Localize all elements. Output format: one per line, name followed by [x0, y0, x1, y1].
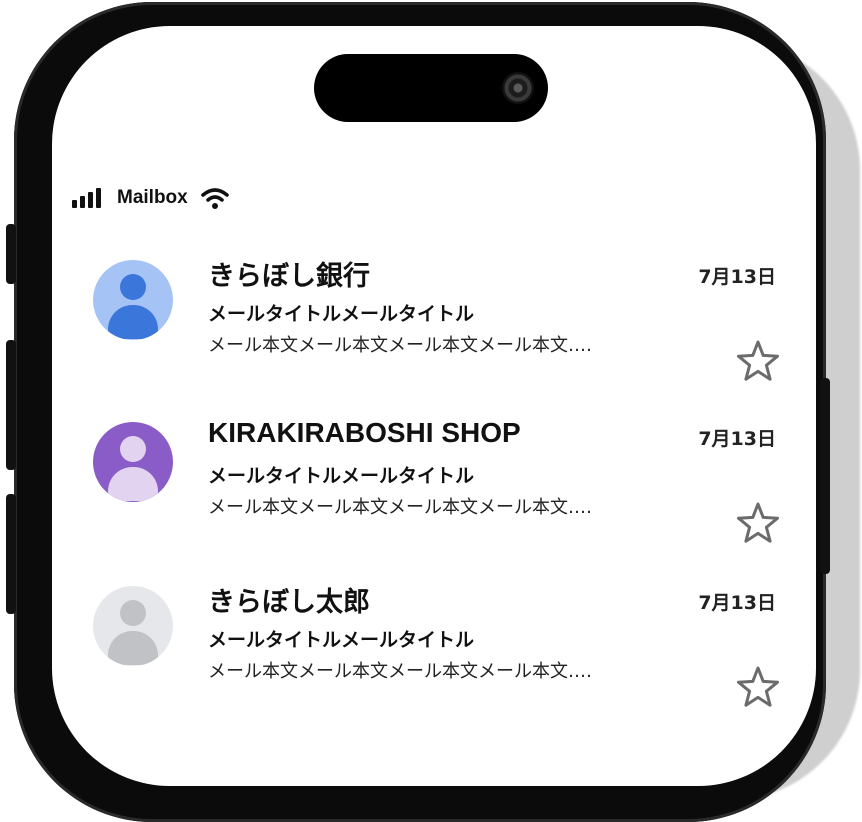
mail-date: 7月13日	[698, 428, 776, 450]
mail-subject: メールタイトルメールタイトル	[208, 465, 475, 487]
mail-preview: メール本文メール本文メール本文メール本文‥‥	[208, 497, 593, 518]
phone-screen: Mailbox きらぼし銀行 7月13日 メールタイトルメールタイトル メール本…	[52, 26, 816, 786]
mail-item[interactable]: KIRAKIRABOSHI SHOP 7月13日 メールタイトルメールタイトル …	[52, 416, 816, 576]
mail-date: 7月13日	[698, 592, 776, 614]
volume-down-button[interactable]	[6, 494, 16, 614]
mail-subject: メールタイトルメールタイトル	[208, 303, 475, 325]
power-button[interactable]	[820, 378, 830, 574]
phone-frame: Mailbox きらぼし銀行 7月13日 メールタイトルメールタイトル メール本…	[6, 2, 830, 822]
avatar-body	[108, 305, 158, 339]
avatar	[93, 260, 173, 340]
status-title: Mailbox	[117, 187, 188, 208]
mail-sender: きらぼし銀行	[208, 261, 370, 292]
mail-date: 7月13日	[698, 266, 776, 288]
mail-item[interactable]: きらぼし銀行 7月13日 メールタイトルメールタイトル メール本文メール本文メー…	[52, 254, 816, 414]
avatar-head	[120, 274, 146, 300]
wifi-icon	[200, 188, 229, 209]
mail-sender: きらぼし太郎	[208, 587, 370, 618]
avatar	[93, 422, 173, 502]
dynamic-island	[314, 54, 548, 122]
action-button[interactable]	[6, 224, 16, 284]
avatar-head	[120, 436, 146, 462]
mail-item[interactable]: きらぼし太郎 7月13日 メールタイトルメールタイトル メール本文メール本文メー…	[52, 580, 816, 740]
mail-preview: メール本文メール本文メール本文メール本文‥‥	[208, 661, 593, 682]
mail-subject: メールタイトルメールタイトル	[208, 629, 475, 651]
star-icon[interactable]	[736, 665, 780, 709]
star-icon[interactable]	[736, 501, 780, 545]
mail-preview: メール本文メール本文メール本文メール本文‥‥	[208, 335, 593, 356]
mail-sender: KIRAKIRABOSHI SHOP	[208, 417, 521, 448]
avatar	[93, 586, 173, 666]
volume-up-button[interactable]	[6, 340, 16, 470]
cellular-signal-icon	[72, 188, 101, 208]
avatar-head	[120, 600, 146, 626]
avatar-body	[108, 631, 158, 665]
star-icon[interactable]	[736, 339, 780, 383]
camera-icon	[502, 72, 534, 104]
avatar-body	[108, 467, 158, 501]
status-bar: Mailbox	[72, 184, 230, 212]
